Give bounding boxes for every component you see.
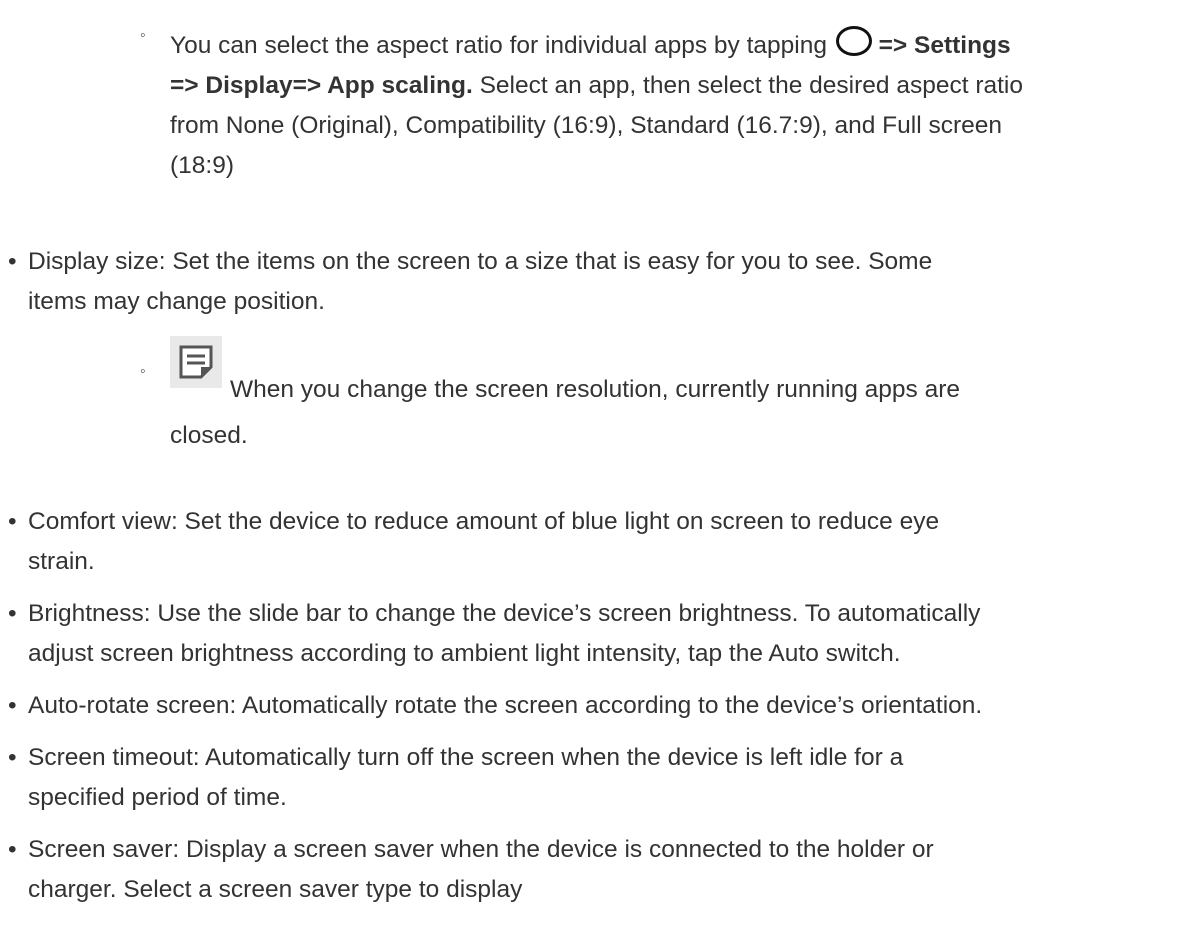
list-item-line-2: adjust screen brightness according to am… [28,640,901,667]
list-item-auto-rotate: • Auto-rotate screen: Automatically rotat… [8,686,1178,726]
settings-path-part-2: => Display=> App scaling. [170,72,473,99]
bullet-marker: • [8,836,17,863]
aspect-ratio-line-3: from None (Original), Compatibility (16:… [170,112,1002,139]
list-item-line-2: charger. Select a screen saver type to d… [28,876,523,903]
aspect-ratio-line-1: You can select the aspect ratio for indi… [170,26,1170,66]
list-item-line-2: strain. [28,548,95,575]
list-item-line-1: • Screen saver: Display a screen saver wh… [8,830,1178,870]
list-item-line-1: • Auto-rotate screen: Automatically rotat… [8,686,1178,726]
bullet-marker: • [8,248,17,275]
list-item-text: Brightness: Use the slide bar to change … [28,600,981,627]
sub-bullet-note: ◦ When you change the screen resolution,… [140,336,1170,456]
settings-path-part-1: => Settings [871,32,1011,59]
list-item-comfort-view: • Comfort view: Set the device to reduce … [8,502,1178,582]
list-item-line-1: • Screen timeout: Automatically turn off … [8,738,1178,778]
note-line-1: When you change the screen resolution, c… [230,376,960,403]
display-size-line-2: items may change position. [28,288,325,315]
sub-bullet-marker: ◦ [140,27,146,44]
circle-home-icon [835,26,872,56]
sub-bullet-marker: ◦ [140,363,146,380]
list-item-line-1: • Comfort view: Set the device to reduce … [8,502,1178,542]
list-item-text: Screen timeout: Automatically turn off t… [28,744,904,771]
list-item-display-size: • Display size: Set the items on the scre… [8,242,1178,322]
list-item-line-1: • Brightness: Use the slide bar to change… [8,594,1178,634]
list-item-text: Comfort view: Set the device to reduce a… [28,508,940,535]
aspect-ratio-line-4: (18:9) [170,152,235,179]
aspect-ratio-text: You can select the aspect ratio for indi… [170,32,827,59]
list-item-text: Screen saver: Display a screen saver whe… [28,836,934,863]
list-item-brightness: • Brightness: Use the slide bar to change… [8,594,1178,674]
list-item-line-2: specified period of time. [28,784,287,811]
bullet-marker: • [8,744,17,771]
aspect-ratio-line-2: => Display=> App scaling. Select an app,… [170,66,1170,106]
list-item-screen-saver: • Screen saver: Display a screen saver wh… [8,830,1178,910]
note-icon [170,336,222,388]
display-size-line-1: • Display size: Set the items on the scre… [8,242,1178,282]
bullet-marker: • [8,600,17,627]
bullet-marker: • [8,508,17,535]
display-size-text: Display size: Set the items on the scree… [28,248,933,275]
sub-bullet-aspect-ratio: ◦ You can select the aspect ratio for in… [140,26,1170,186]
list-item-text: Auto-rotate screen: Automatically rotate… [28,692,983,719]
document-page: ◦ You can select the aspect ratio for in… [0,0,1190,941]
aspect-ratio-line-2-tail: Select an app, then select the desired a… [479,72,1023,99]
list-item-screen-timeout: • Screen timeout: Automatically turn off … [8,738,1178,818]
bullet-marker: • [8,692,17,719]
